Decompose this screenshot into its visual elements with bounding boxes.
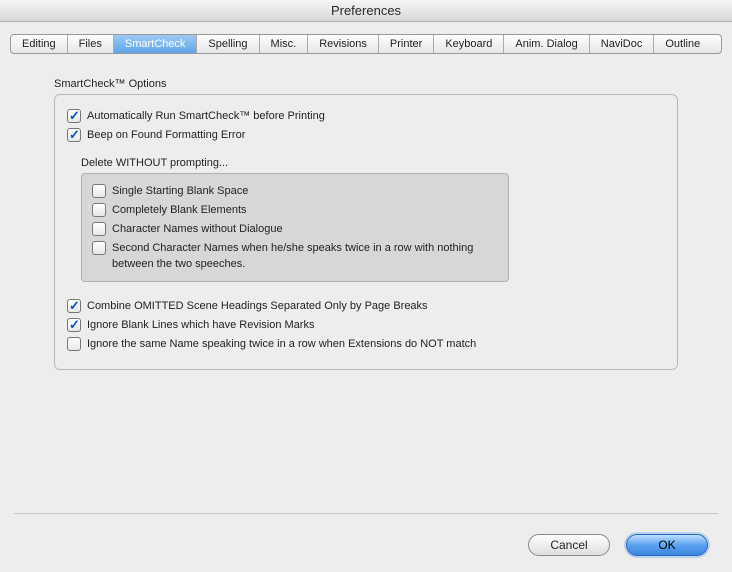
cancel-button[interactable]: Cancel [528, 534, 610, 556]
lower-options: Combine OMITTED Scene Headings Separated… [67, 298, 665, 352]
label-ignore-revision: Ignore Blank Lines which have Revision M… [87, 317, 314, 333]
button-row: Cancel OK [528, 534, 708, 556]
option-delete-blank-elements[interactable]: Completely Blank Elements [92, 202, 498, 218]
window-body: Editing Files SmartCheck Spelling Misc. … [0, 22, 732, 386]
label-combine-omitted: Combine OMITTED Scene Headings Separated… [87, 298, 428, 314]
separator [14, 513, 718, 514]
tab-navidoc[interactable]: NaviDoc [590, 35, 655, 53]
option-beep[interactable]: Beep on Found Formatting Error [67, 127, 665, 143]
checkbox-ignore-extensions[interactable] [67, 337, 81, 351]
option-delete-second-char[interactable]: Second Character Names when he/she speak… [92, 240, 498, 272]
checkbox-delete-char-no-dialogue[interactable] [92, 222, 106, 236]
tab-misc[interactable]: Misc. [260, 35, 309, 53]
tab-revisions[interactable]: Revisions [308, 35, 379, 53]
checkbox-delete-second-char[interactable] [92, 241, 106, 255]
tab-spelling[interactable]: Spelling [197, 35, 259, 53]
tab-outline[interactable]: Outline [654, 35, 711, 53]
checkbox-beep[interactable] [67, 128, 81, 142]
tab-files[interactable]: Files [68, 35, 114, 53]
option-auto-run[interactable]: Automatically Run SmartCheck™ before Pri… [67, 108, 665, 124]
checkbox-delete-blank-elements[interactable] [92, 203, 106, 217]
label-delete-blank-space: Single Starting Blank Space [112, 183, 248, 199]
label-delete-char-no-dialogue: Character Names without Dialogue [112, 221, 283, 237]
tab-smartcheck[interactable]: SmartCheck [114, 35, 198, 53]
group-label-smartcheck-options: SmartCheck™ Options [54, 78, 678, 90]
window-title: Preferences [0, 0, 732, 22]
tab-printer[interactable]: Printer [379, 35, 434, 53]
option-delete-char-no-dialogue[interactable]: Character Names without Dialogue [92, 221, 498, 237]
ok-button[interactable]: OK [626, 534, 708, 556]
option-delete-blank-space[interactable]: Single Starting Blank Space [92, 183, 498, 199]
option-ignore-revision[interactable]: Ignore Blank Lines which have Revision M… [67, 317, 665, 333]
tab-editing[interactable]: Editing [11, 35, 68, 53]
label-delete-second-char: Second Character Names when he/she speak… [112, 240, 492, 272]
checkbox-ignore-revision[interactable] [67, 318, 81, 332]
tab-anim-dialog[interactable]: Anim. Dialog [504, 35, 589, 53]
checkbox-combine-omitted[interactable] [67, 299, 81, 313]
group-label-delete-without-prompting: Delete WITHOUT prompting... [81, 157, 665, 169]
label-delete-blank-elements: Completely Blank Elements [112, 202, 247, 218]
options-area: SmartCheck™ Options Automatically Run Sm… [54, 78, 678, 370]
group-delete-without-prompting: Single Starting Blank Space Completely B… [81, 173, 509, 282]
label-auto-run: Automatically Run SmartCheck™ before Pri… [87, 108, 325, 124]
option-combine-omitted[interactable]: Combine OMITTED Scene Headings Separated… [67, 298, 665, 314]
tab-bar: Editing Files SmartCheck Spelling Misc. … [10, 34, 722, 54]
tab-keyboard[interactable]: Keyboard [434, 35, 504, 53]
checkbox-auto-run[interactable] [67, 109, 81, 123]
label-beep: Beep on Found Formatting Error [87, 127, 245, 143]
group-smartcheck-options: Automatically Run SmartCheck™ before Pri… [54, 94, 678, 370]
label-ignore-extensions: Ignore the same Name speaking twice in a… [87, 336, 476, 352]
option-ignore-extensions[interactable]: Ignore the same Name speaking twice in a… [67, 336, 665, 352]
checkbox-delete-blank-space[interactable] [92, 184, 106, 198]
